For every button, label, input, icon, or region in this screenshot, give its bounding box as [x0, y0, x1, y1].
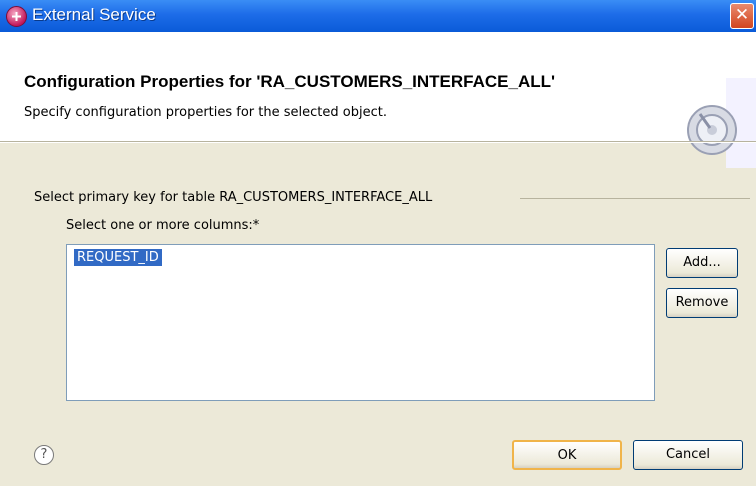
group-legend: Select primary key for table RA_CUSTOMER…: [34, 190, 439, 205]
list-item[interactable]: REQUEST_ID: [74, 249, 162, 266]
ok-button[interactable]: OK: [512, 440, 622, 470]
group-divider: [520, 198, 750, 199]
columns-listbox[interactable]: REQUEST_ID: [66, 244, 655, 401]
page-title: Configuration Properties for 'RA_CUSTOME…: [24, 72, 556, 91]
add-button[interactable]: Add...: [666, 248, 738, 278]
cancel-button[interactable]: Cancel: [633, 440, 743, 470]
columns-label: Select one or more columns:*: [66, 218, 260, 233]
remove-button[interactable]: Remove: [666, 288, 738, 318]
title-bar[interactable]: External Service ✕: [0, 0, 756, 32]
close-icon[interactable]: ✕: [730, 3, 754, 29]
external-service-icon: [6, 6, 27, 27]
help-icon[interactable]: ?: [34, 445, 54, 465]
window-title: External Service: [32, 5, 156, 24]
header-banner: Configuration Properties for 'RA_CUSTOME…: [0, 32, 756, 168]
dialog-window: External Service ✕ Configuration Propert…: [0, 0, 756, 486]
banner-separator-highlight: [0, 142, 756, 143]
wizard-graphic-icon: [687, 78, 756, 168]
page-description: Specify configuration properties for the…: [24, 105, 387, 120]
